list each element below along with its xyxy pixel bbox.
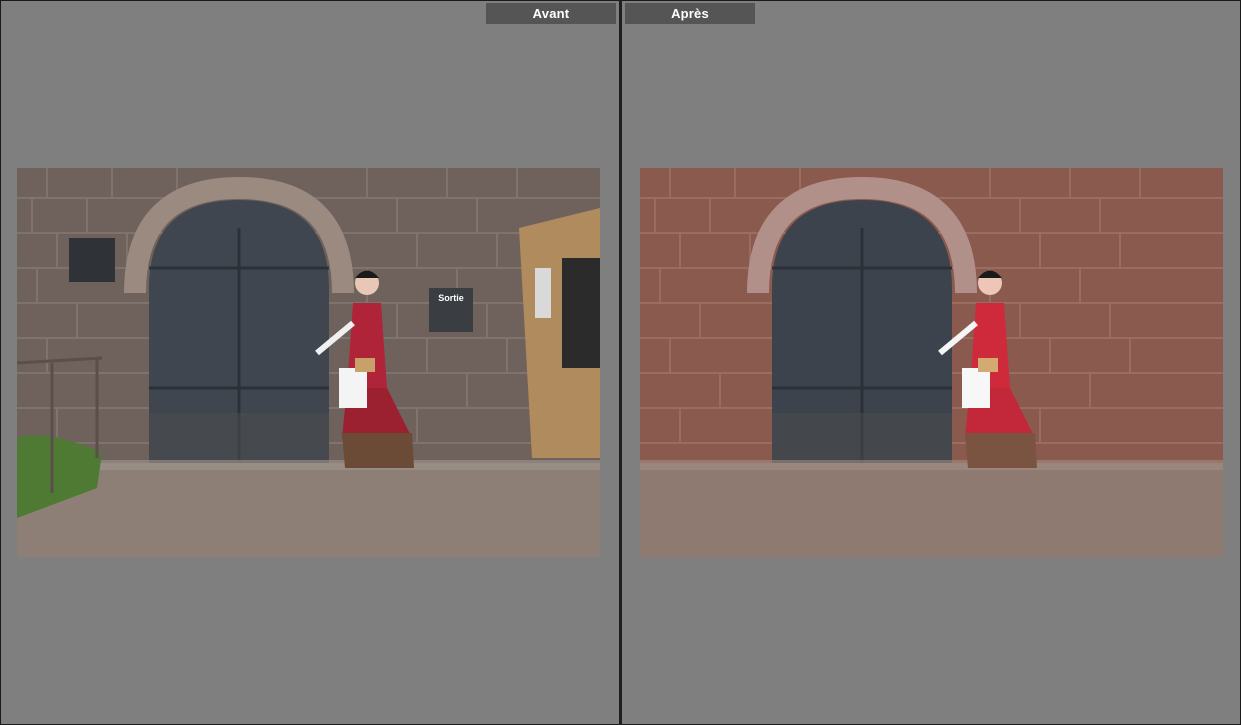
before-pane[interactable]: Avant Sortie [0,0,619,725]
after-photo-image [640,168,1223,557]
after-pane[interactable]: Après [622,0,1241,725]
before-photo[interactable]: Sortie [17,168,600,557]
after-label: Après [625,3,755,24]
before-label: Avant [486,3,616,24]
before-photo-image: Sortie [17,168,600,557]
after-photo[interactable] [640,168,1223,557]
compare-view: Avant Sortie Après [0,0,1241,725]
sortie-sign-text: Sortie [438,293,464,303]
